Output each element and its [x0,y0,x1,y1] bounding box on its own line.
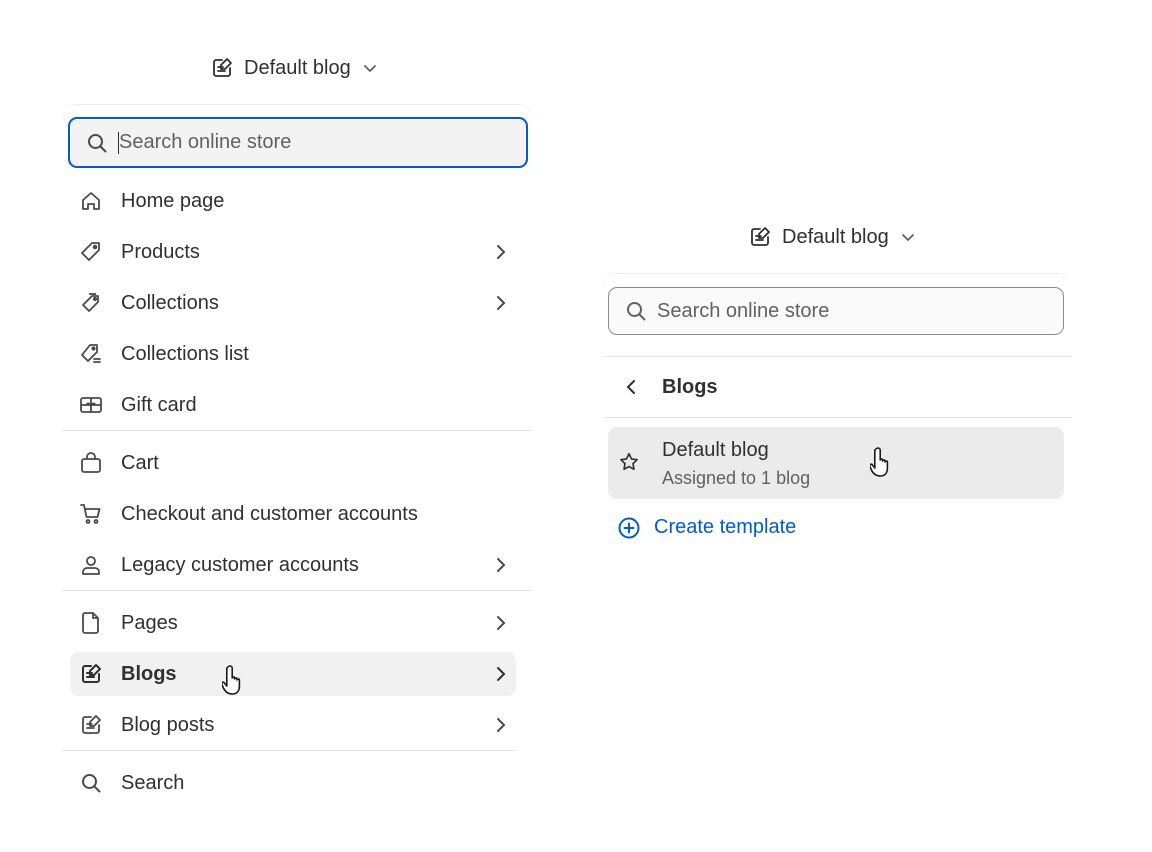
menu-item-gift-card[interactable]: Gift card [70,383,516,427]
menu-item-collections-list[interactable]: Collections list [70,332,516,376]
template-subtitle: Assigned to 1 blog [662,468,811,488]
star-icon [618,451,640,478]
menu-item-legacy-customer-accounts[interactable]: Legacy customer accounts [70,543,516,587]
blogs-submenu-panel: Search online store Blogs Default blog A… [604,273,1072,564]
menu-item-label: Search [121,771,185,794]
menu-item-label: Collections [121,291,219,314]
cart-icon [79,502,103,526]
chevron-right-icon [490,555,510,580]
blog-edit-icon [210,56,234,80]
section-divider [62,750,517,751]
collection-tag-icon [79,291,103,315]
menu-item-label: Home page [121,189,225,212]
search-icon [79,771,103,795]
template-selector-label: Default blog [782,225,889,248]
plus-circle-icon [618,517,640,539]
submenu-title: Blogs [662,375,718,398]
menu-item-label: Gift card [121,393,197,416]
bag-icon [79,451,103,475]
create-template-label: Create template [654,516,797,538]
blog-post-icon [79,713,103,737]
menu-item-label: Blogs [121,662,177,685]
tag-icon [79,240,103,264]
chevron-right-icon [490,242,510,267]
menu-item-label: Pages [121,611,178,634]
menu-item-cart[interactable]: Cart [70,441,516,485]
collection-list-icon [79,342,103,366]
search-icon [86,132,108,154]
menu-item-label: Products [121,240,200,263]
chevron-right-icon [490,293,510,318]
submenu-header: Blogs [604,357,1072,417]
menu-item-home-page[interactable]: Home page [70,179,516,223]
menu-item-label: Legacy customer accounts [121,553,359,576]
menu-item-search[interactable]: Search [70,761,516,805]
menu-item-checkout[interactable]: Checkout and customer accounts [70,492,516,536]
chevron-down-icon [361,59,379,77]
section-divider [62,430,532,431]
template-item-default-blog[interactable]: Default blog Assigned to 1 blog [608,427,1064,499]
menu-item-collections[interactable]: Collections [70,281,516,325]
template-menu-panel: Search online store Home page Products C… [62,104,532,825]
search-placeholder: Search online store [119,131,292,153]
search-placeholder: Search online store [657,299,830,322]
chevron-right-icon [490,715,510,740]
person-icon [79,553,103,577]
search-input[interactable]: Search online store [608,287,1064,335]
back-button[interactable] [620,375,644,399]
gift-card-icon [79,393,103,417]
chevron-right-icon [490,664,510,689]
section-divider [62,590,532,591]
menu-item-label: Collections list [121,342,249,365]
create-template-button[interactable]: Create template [618,516,796,539]
page-icon [79,611,103,635]
template-selector[interactable]: Default blog [210,56,379,80]
pointer-cursor-icon [220,664,250,703]
home-icon [79,189,103,213]
chevron-down-icon [899,228,917,246]
search-input[interactable]: Search online store [68,117,528,168]
blog-edit-icon [748,225,772,249]
menu-item-label: Blog posts [121,713,215,736]
menu-item-label: Checkout and customer accounts [121,502,418,525]
template-selector[interactable]: Default blog [748,225,917,249]
search-icon [625,300,647,322]
menu-item-blog-posts[interactable]: Blog posts [70,703,516,747]
template-selector-label: Default blog [244,56,351,79]
template-title: Default blog [662,439,769,461]
blog-icon [79,662,103,686]
chevron-right-icon [490,613,510,638]
menu-item-products[interactable]: Products [70,230,516,274]
section-divider [604,417,1072,418]
menu-item-pages[interactable]: Pages [70,601,516,645]
menu-item-blogs[interactable]: Blogs [70,652,516,696]
menu-item-label: Cart [121,451,159,474]
pointer-cursor-icon [868,446,898,485]
